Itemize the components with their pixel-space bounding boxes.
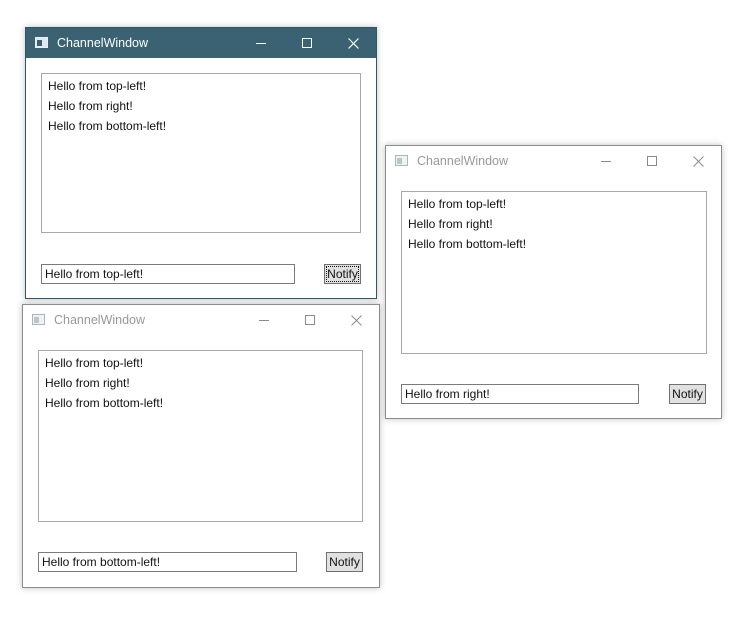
window-title: ChannelWindow (57, 36, 149, 50)
message-input[interactable]: Hello from bottom-left! (38, 552, 297, 572)
minimize-button[interactable] (238, 28, 284, 58)
close-button[interactable] (333, 305, 379, 335)
maximize-icon (647, 156, 657, 166)
minimize-button[interactable] (583, 146, 629, 176)
list-item[interactable]: Hello from top-left! (48, 78, 354, 98)
minimize-button[interactable] (241, 305, 287, 335)
window-title: ChannelWindow (54, 313, 146, 327)
title-bar[interactable]: ChannelWindow (386, 146, 721, 176)
message-list[interactable]: Hello from top-left! Hello from right! H… (41, 73, 361, 233)
list-item[interactable]: Hello from bottom-left! (48, 118, 354, 138)
app-window-icon (394, 153, 410, 169)
channel-window-bottom-left: ChannelWindow Hello from top-left! Hello… (22, 304, 380, 588)
list-item[interactable]: Hello from right! (48, 98, 354, 118)
close-icon (692, 155, 704, 167)
message-input[interactable]: Hello from top-left! (41, 264, 295, 284)
notify-button[interactable]: Notify (324, 264, 361, 284)
maximize-icon (302, 38, 312, 48)
channel-window-right: ChannelWindow Hello from top-left! Hello… (385, 145, 722, 419)
maximize-button[interactable] (287, 305, 333, 335)
message-list[interactable]: Hello from top-left! Hello from right! H… (38, 350, 363, 522)
close-button[interactable] (675, 146, 721, 176)
minimize-icon (256, 43, 266, 44)
minimize-icon (601, 161, 611, 162)
channel-window-top-left: ChannelWindow Hello from top-left! Hello… (25, 27, 377, 299)
list-item[interactable]: Hello from bottom-left! (45, 395, 356, 415)
message-list[interactable]: Hello from top-left! Hello from right! H… (401, 191, 707, 354)
minimize-icon (259, 320, 269, 321)
title-bar[interactable]: ChannelWindow (23, 305, 379, 335)
list-item[interactable]: Hello from right! (408, 216, 700, 236)
notify-button[interactable]: Notify (326, 552, 363, 572)
maximize-button[interactable] (284, 28, 330, 58)
list-item[interactable]: Hello from bottom-left! (408, 236, 700, 256)
window-title: ChannelWindow (417, 154, 509, 168)
close-icon (347, 37, 359, 49)
app-window-icon (34, 35, 50, 51)
message-input[interactable]: Hello from right! (401, 384, 639, 404)
maximize-icon (305, 315, 315, 325)
notify-button[interactable]: Notify (669, 384, 706, 404)
list-item[interactable]: Hello from top-left! (45, 355, 356, 375)
list-item[interactable]: Hello from top-left! (408, 196, 700, 216)
app-window-icon (31, 312, 47, 328)
maximize-button[interactable] (629, 146, 675, 176)
close-icon (350, 314, 362, 326)
list-item[interactable]: Hello from right! (45, 375, 356, 395)
title-bar[interactable]: ChannelWindow (26, 28, 376, 58)
close-button[interactable] (330, 28, 376, 58)
